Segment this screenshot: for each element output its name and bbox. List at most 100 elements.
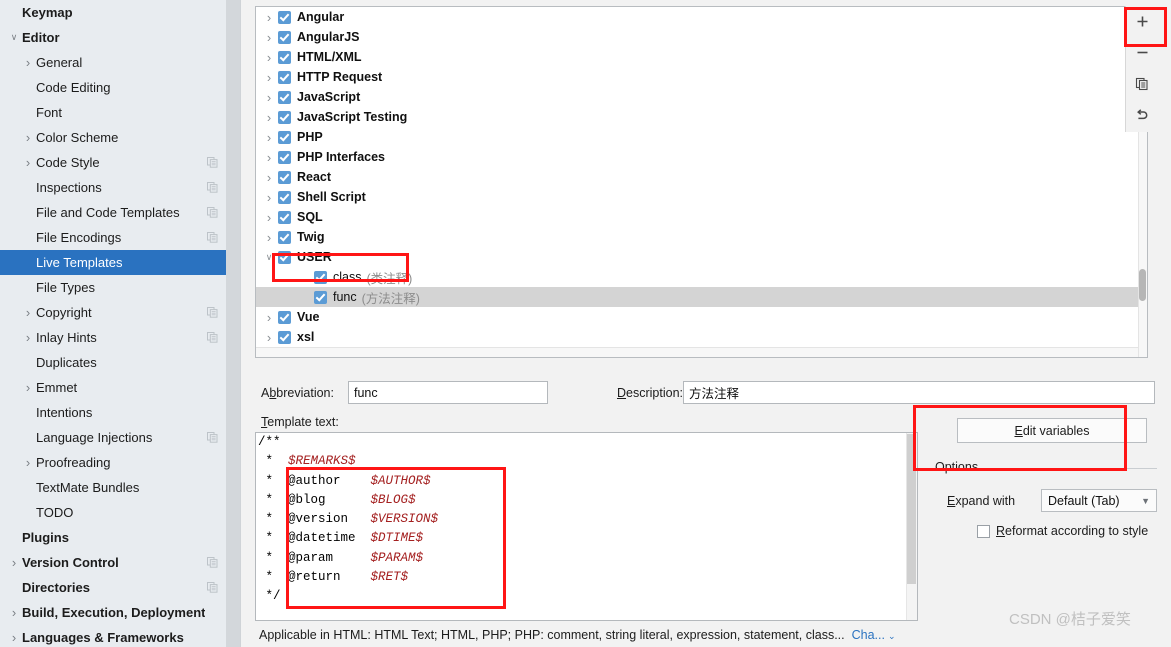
duplicate-icon[interactable] — [1126, 68, 1158, 99]
tree-row[interactable]: › AngularJS — [256, 27, 1147, 47]
sidebar-item-copyright[interactable]: › Copyright — [0, 300, 240, 325]
tree-vertical-scrollbar-thumb[interactable] — [1139, 269, 1146, 301]
tree-row[interactable]: › JavaScript — [256, 87, 1147, 107]
sidebar-item-editor[interactable]: ∨ Editor — [0, 25, 240, 50]
sidebar-item-version-control[interactable]: › Version Control — [0, 550, 240, 575]
sidebar-item-file-types[interactable]: File Types — [0, 275, 240, 300]
sidebar-item-file-encodings[interactable]: File Encodings — [0, 225, 240, 250]
abbreviation-input[interactable] — [348, 381, 548, 404]
template-checkbox[interactable] — [278, 210, 291, 224]
remove-button[interactable] — [1126, 37, 1158, 68]
revert-icon[interactable] — [1126, 99, 1158, 130]
add-button[interactable] — [1126, 6, 1158, 37]
sidebar-item-keymap[interactable]: Keymap — [0, 0, 240, 25]
chevron-right-icon[interactable]: › — [260, 331, 278, 344]
chevron-right-icon[interactable]: › — [260, 211, 278, 224]
sidebar-item-directories[interactable]: Directories — [0, 575, 240, 600]
template-checkbox[interactable] — [278, 10, 291, 24]
sidebar-item-build-execution-deployment[interactable]: › Build, Execution, Deployment — [0, 600, 240, 625]
template-checkbox[interactable] — [278, 150, 291, 164]
chevron-right-icon[interactable]: › — [20, 131, 36, 144]
sidebar-item-todo[interactable]: TODO — [0, 500, 240, 525]
tree-row[interactable]: class (类注释) — [256, 267, 1147, 287]
template-checkbox[interactable] — [278, 230, 291, 244]
tree-horizontal-scrollbar[interactable] — [256, 347, 1138, 357]
tree-row[interactable]: › PHP — [256, 127, 1147, 147]
sidebar-item-live-templates[interactable]: Live Templates — [0, 250, 240, 275]
sidebar-item-code-editing[interactable]: Code Editing — [0, 75, 240, 100]
chevron-right-icon[interactable]: › — [260, 231, 278, 244]
sidebar-item-duplicates[interactable]: Duplicates — [0, 350, 240, 375]
tree-row[interactable]: func (方法注释) — [256, 287, 1147, 307]
template-checkbox[interactable] — [278, 170, 291, 184]
tree-row[interactable]: › xsl — [256, 327, 1147, 347]
chevron-right-icon[interactable]: › — [6, 606, 22, 619]
tree-row[interactable]: › Twig — [256, 227, 1147, 247]
template-editor-scrollbar[interactable] — [906, 433, 917, 620]
tree-row[interactable]: › Vue — [256, 307, 1147, 327]
chevron-right-icon[interactable]: › — [260, 91, 278, 104]
chevron-right-icon[interactable]: › — [260, 131, 278, 144]
settings-sidebar[interactable]: Keymap ∨ Editor › General Code Editing Font › Co… — [0, 0, 240, 647]
template-checkbox[interactable] — [278, 310, 291, 324]
tree-row[interactable]: › Shell Script — [256, 187, 1147, 207]
chevron-right-icon[interactable]: › — [20, 456, 36, 469]
sidebar-item-languages-frameworks[interactable]: › Languages & Frameworks — [0, 625, 240, 647]
template-checkbox[interactable] — [278, 330, 291, 344]
sidebar-item-font[interactable]: Font — [0, 100, 240, 125]
reformat-checkbox-row[interactable]: Reformat according to style — [977, 524, 1148, 538]
template-text-editor[interactable]: /** * $REMARKS$ * @author $AUTHOR$ * @bl… — [255, 432, 918, 621]
tree-row[interactable]: ∨ USER — [256, 247, 1147, 267]
template-checkbox[interactable] — [278, 30, 291, 44]
chevron-right-icon[interactable]: › — [20, 381, 36, 394]
sidebar-item-proofreading[interactable]: › Proofreading — [0, 450, 240, 475]
chevron-right-icon[interactable]: › — [6, 556, 22, 569]
template-checkbox[interactable] — [278, 190, 291, 204]
edit-variables-button[interactable]: Edit variables — [957, 418, 1147, 443]
sidebar-item-language-injections[interactable]: Language Injections — [0, 425, 240, 450]
chevron-right-icon[interactable]: › — [20, 56, 36, 69]
tree-row[interactable]: › Angular — [256, 7, 1147, 27]
chevron-right-icon[interactable]: › — [20, 306, 36, 319]
template-checkbox[interactable] — [278, 110, 291, 124]
expand-with-dropdown[interactable]: Default (Tab) ▼ — [1041, 489, 1157, 512]
sidebar-item-color-scheme[interactable]: › Color Scheme — [0, 125, 240, 150]
chevron-right-icon[interactable]: › — [20, 331, 36, 344]
chevron-right-icon[interactable]: › — [260, 71, 278, 84]
sidebar-item-code-style[interactable]: › Code Style — [0, 150, 240, 175]
chevron-right-icon[interactable]: › — [260, 311, 278, 324]
template-editor-scrollbar-thumb[interactable] — [907, 434, 916, 584]
template-checkbox[interactable] — [278, 250, 291, 264]
sidebar-item-plugins[interactable]: Plugins — [0, 525, 240, 550]
chevron-down-icon[interactable]: ∨ — [6, 33, 22, 42]
chevron-right-icon[interactable]: › — [6, 631, 22, 644]
chevron-right-icon[interactable]: › — [260, 171, 278, 184]
tree-row[interactable]: › SQL — [256, 207, 1147, 227]
chevron-right-icon[interactable]: › — [260, 111, 278, 124]
sidebar-item-file-and-code-templates[interactable]: File and Code Templates — [0, 200, 240, 225]
template-checkbox[interactable] — [314, 270, 327, 284]
chevron-right-icon[interactable]: › — [260, 11, 278, 24]
description-input[interactable] — [683, 381, 1155, 404]
template-checkbox[interactable] — [278, 70, 291, 84]
sidebar-item-general[interactable]: › General — [0, 50, 240, 75]
chevron-right-icon[interactable]: › — [260, 31, 278, 44]
chevron-right-icon[interactable]: › — [20, 156, 36, 169]
template-checkbox[interactable] — [314, 290, 327, 304]
sidebar-item-textmate-bundles[interactable]: TextMate Bundles — [0, 475, 240, 500]
tree-row[interactable]: › PHP Interfaces — [256, 147, 1147, 167]
sidebar-item-intentions[interactable]: Intentions — [0, 400, 240, 425]
chevron-down-icon[interactable]: ∨ — [260, 252, 278, 262]
chevron-right-icon[interactable]: › — [260, 151, 278, 164]
tree-row[interactable]: › HTML/XML — [256, 47, 1147, 67]
template-checkbox[interactable] — [278, 90, 291, 104]
sidebar-item-emmet[interactable]: › Emmet — [0, 375, 240, 400]
sidebar-scrollbar[interactable] — [226, 0, 240, 647]
sidebar-item-inspections[interactable]: Inspections — [0, 175, 240, 200]
chevron-right-icon[interactable]: › — [260, 51, 278, 64]
tree-row[interactable]: › HTTP Request — [256, 67, 1147, 87]
chevron-right-icon[interactable]: › — [260, 191, 278, 204]
tree-row[interactable]: › JavaScript Testing — [256, 107, 1147, 127]
sidebar-item-inlay-hints[interactable]: › Inlay Hints — [0, 325, 240, 350]
template-groups-tree[interactable]: › Angular › AngularJS › HTML/XML › HTTP Request… — [255, 6, 1148, 358]
